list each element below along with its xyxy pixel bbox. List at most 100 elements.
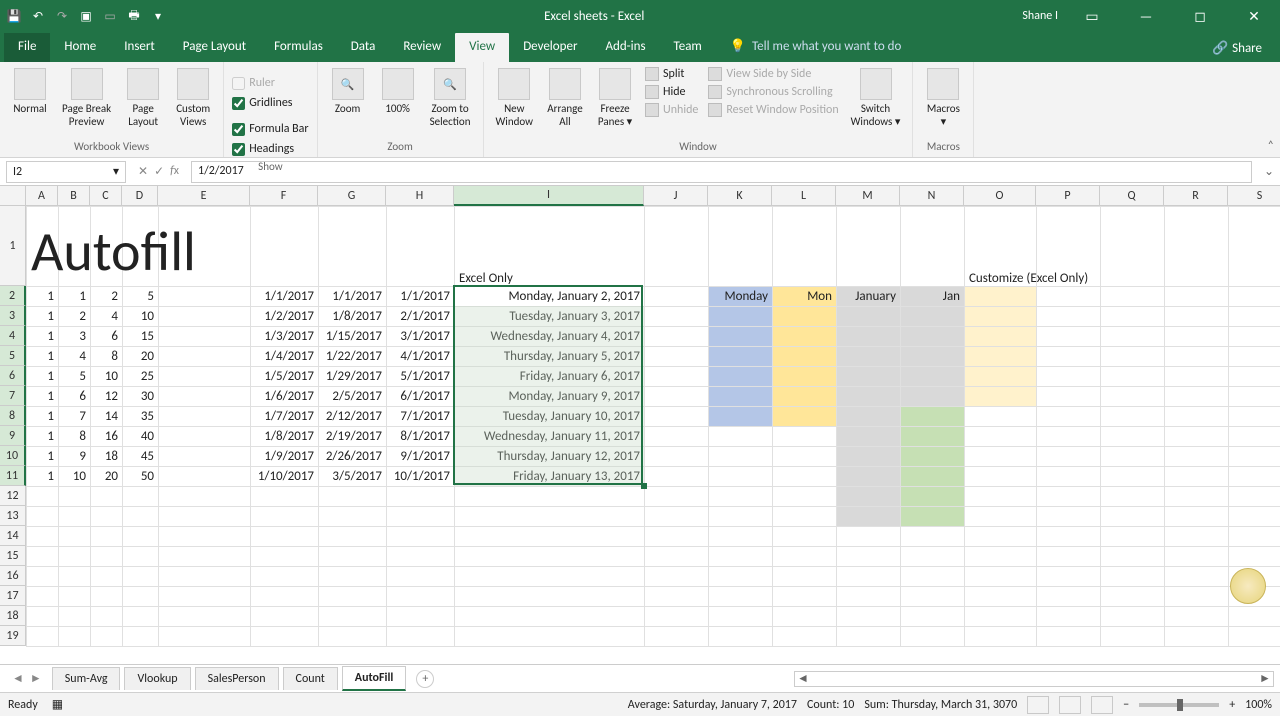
horizontal-scrollbar[interactable]: ◄ ► xyxy=(794,671,1274,687)
col-header-A[interactable]: A xyxy=(26,186,58,206)
pagebreak-view-status-button[interactable] xyxy=(1091,696,1113,714)
headings-checkbox[interactable]: Headings xyxy=(232,140,294,158)
tab-team[interactable]: Team xyxy=(660,33,716,62)
namebox-dropdown-icon[interactable]: ▾ xyxy=(113,164,119,179)
tab-formulas[interactable]: Formulas xyxy=(260,33,337,62)
gridlines-checkbox[interactable]: Gridlines xyxy=(232,94,292,112)
sheet-tab-autofill[interactable]: AutoFill xyxy=(342,666,407,691)
col-header-K[interactable]: K xyxy=(708,186,772,206)
col-header-H[interactable]: H xyxy=(386,186,454,206)
user-name[interactable]: Shane I xyxy=(1022,9,1058,23)
cancel-icon[interactable]: ✕ xyxy=(138,164,148,179)
sheet-prev-icon[interactable]: ◄ xyxy=(12,671,24,686)
undo-icon[interactable]: ↶ xyxy=(30,8,46,24)
print-icon[interactable]: 🖶 xyxy=(126,8,142,24)
custom-views-button[interactable]: Custom Views xyxy=(171,66,215,130)
formula-bar-checkbox[interactable]: Formula Bar xyxy=(232,120,308,138)
expand-formula-bar-icon[interactable]: ⌄ xyxy=(1258,164,1280,179)
row-header-12[interactable]: 12 xyxy=(0,486,26,506)
switch-windows-button[interactable]: Switch Windows ▾ xyxy=(847,66,905,130)
row-header-4[interactable]: 4 xyxy=(0,326,26,346)
fill-handle[interactable] xyxy=(641,483,647,489)
col-header-J[interactable]: J xyxy=(644,186,708,206)
scroll-right-icon[interactable]: ► xyxy=(1257,671,1273,686)
zoom-level[interactable]: 100% xyxy=(1245,698,1272,712)
row-header-9[interactable]: 9 xyxy=(0,426,26,446)
zoom-button[interactable]: 🔍Zoom xyxy=(326,66,370,117)
row-header-7[interactable]: 7 xyxy=(0,386,26,406)
sheet-tab-vlookup[interactable]: Vlookup xyxy=(124,667,190,690)
tab-review[interactable]: Review xyxy=(389,33,455,62)
row-header-2[interactable]: 2 xyxy=(0,286,26,306)
tab-view[interactable]: View xyxy=(455,33,509,62)
brainstorm-icon[interactable] xyxy=(1230,568,1266,604)
row-headers[interactable]: 12345678910111213141516171819 xyxy=(0,206,26,646)
column-headers[interactable]: ABCDEFGHIJKLMNOPQRS xyxy=(26,186,1280,206)
tab-home[interactable]: Home xyxy=(50,33,110,62)
col-header-E[interactable]: E xyxy=(158,186,250,206)
sheet-next-icon[interactable]: ► xyxy=(30,671,42,686)
page-break-preview-button[interactable]: Page Break Preview xyxy=(58,66,115,130)
tab-developer[interactable]: Developer xyxy=(509,33,591,62)
row-header-8[interactable]: 8 xyxy=(0,406,26,426)
col-header-O[interactable]: O xyxy=(964,186,1036,206)
col-header-G[interactable]: G xyxy=(318,186,386,206)
scroll-left-icon[interactable]: ◄ xyxy=(795,671,811,686)
row-header-1[interactable]: 1 xyxy=(0,206,26,286)
row-header-13[interactable]: 13 xyxy=(0,506,26,526)
row-header-15[interactable]: 15 xyxy=(0,546,26,566)
col-header-I[interactable]: I xyxy=(454,186,644,206)
name-box[interactable]: I2▾ xyxy=(6,161,126,183)
pagelayout-view-status-button[interactable] xyxy=(1059,696,1081,714)
minimize-icon[interactable]: — xyxy=(1126,8,1166,25)
tab-pagelayout[interactable]: Page Layout xyxy=(169,33,260,62)
row-header-5[interactable]: 5 xyxy=(0,346,26,366)
new-sheet-button[interactable]: + xyxy=(416,670,434,688)
collapse-ribbon-icon[interactable]: ˄ xyxy=(1268,139,1274,153)
row-header-19[interactable]: 19 xyxy=(0,626,26,646)
arrange-all-button[interactable]: Arrange All xyxy=(543,66,587,130)
new-window-button[interactable]: New Window xyxy=(492,66,538,130)
enter-icon[interactable]: ✓ xyxy=(154,164,164,179)
tab-data[interactable]: Data xyxy=(337,33,390,62)
col-header-M[interactable]: M xyxy=(836,186,900,206)
record-macro-icon[interactable]: ▦ xyxy=(52,697,63,712)
ribbon-opts-icon[interactable]: ▭ xyxy=(1072,8,1112,25)
row-header-14[interactable]: 14 xyxy=(0,526,26,546)
col-header-N[interactable]: N xyxy=(900,186,964,206)
split-button[interactable]: Split xyxy=(643,66,700,82)
col-header-L[interactable]: L xyxy=(772,186,836,206)
row-header-10[interactable]: 10 xyxy=(0,446,26,466)
sheet-tab-salesperson[interactable]: SalesPerson xyxy=(195,667,279,690)
col-header-F[interactable]: F xyxy=(250,186,318,206)
maximize-icon[interactable]: ◻ xyxy=(1180,8,1220,25)
zoom-slider[interactable] xyxy=(1139,703,1219,707)
normal-view-button[interactable]: Normal xyxy=(8,66,52,117)
col-header-S[interactable]: S xyxy=(1228,186,1280,206)
close-icon[interactable]: ✕ xyxy=(1234,8,1274,25)
fx-icon[interactable]: fx xyxy=(170,164,179,179)
select-all-corner[interactable] xyxy=(0,186,26,206)
col-header-B[interactable]: B xyxy=(58,186,90,206)
row-header-16[interactable]: 16 xyxy=(0,566,26,586)
sheet-tab-sumavg[interactable]: Sum-Avg xyxy=(52,667,121,690)
zoom-to-selection-button[interactable]: 🔍Zoom to Selection xyxy=(426,66,475,130)
freeze-panes-button[interactable]: Freeze Panes ▾ xyxy=(593,66,637,130)
camera-icon[interactable]: ▣ xyxy=(78,8,94,24)
col-header-D[interactable]: D xyxy=(122,186,158,206)
share-button[interactable]: 🔗 Share xyxy=(1198,35,1276,62)
touch-icon[interactable]: ▭ xyxy=(102,8,118,24)
qat-more-icon[interactable]: ▾ xyxy=(150,8,166,24)
macros-button[interactable]: Macros ▾ xyxy=(921,66,965,130)
col-header-P[interactable]: P xyxy=(1036,186,1100,206)
tab-insert[interactable]: Insert xyxy=(110,33,169,62)
save-icon[interactable]: 💾 xyxy=(6,8,22,24)
row-header-6[interactable]: 6 xyxy=(0,366,26,386)
zoom-in-icon[interactable]: + xyxy=(1229,698,1235,712)
row-header-18[interactable]: 18 xyxy=(0,606,26,626)
redo-icon[interactable]: ↷ xyxy=(54,8,70,24)
hide-button[interactable]: Hide xyxy=(643,84,700,100)
tell-me-search[interactable]: 💡 Tell me what you want to do xyxy=(716,33,916,62)
row-header-3[interactable]: 3 xyxy=(0,306,26,326)
zoom-100-button[interactable]: 100% xyxy=(376,66,420,117)
